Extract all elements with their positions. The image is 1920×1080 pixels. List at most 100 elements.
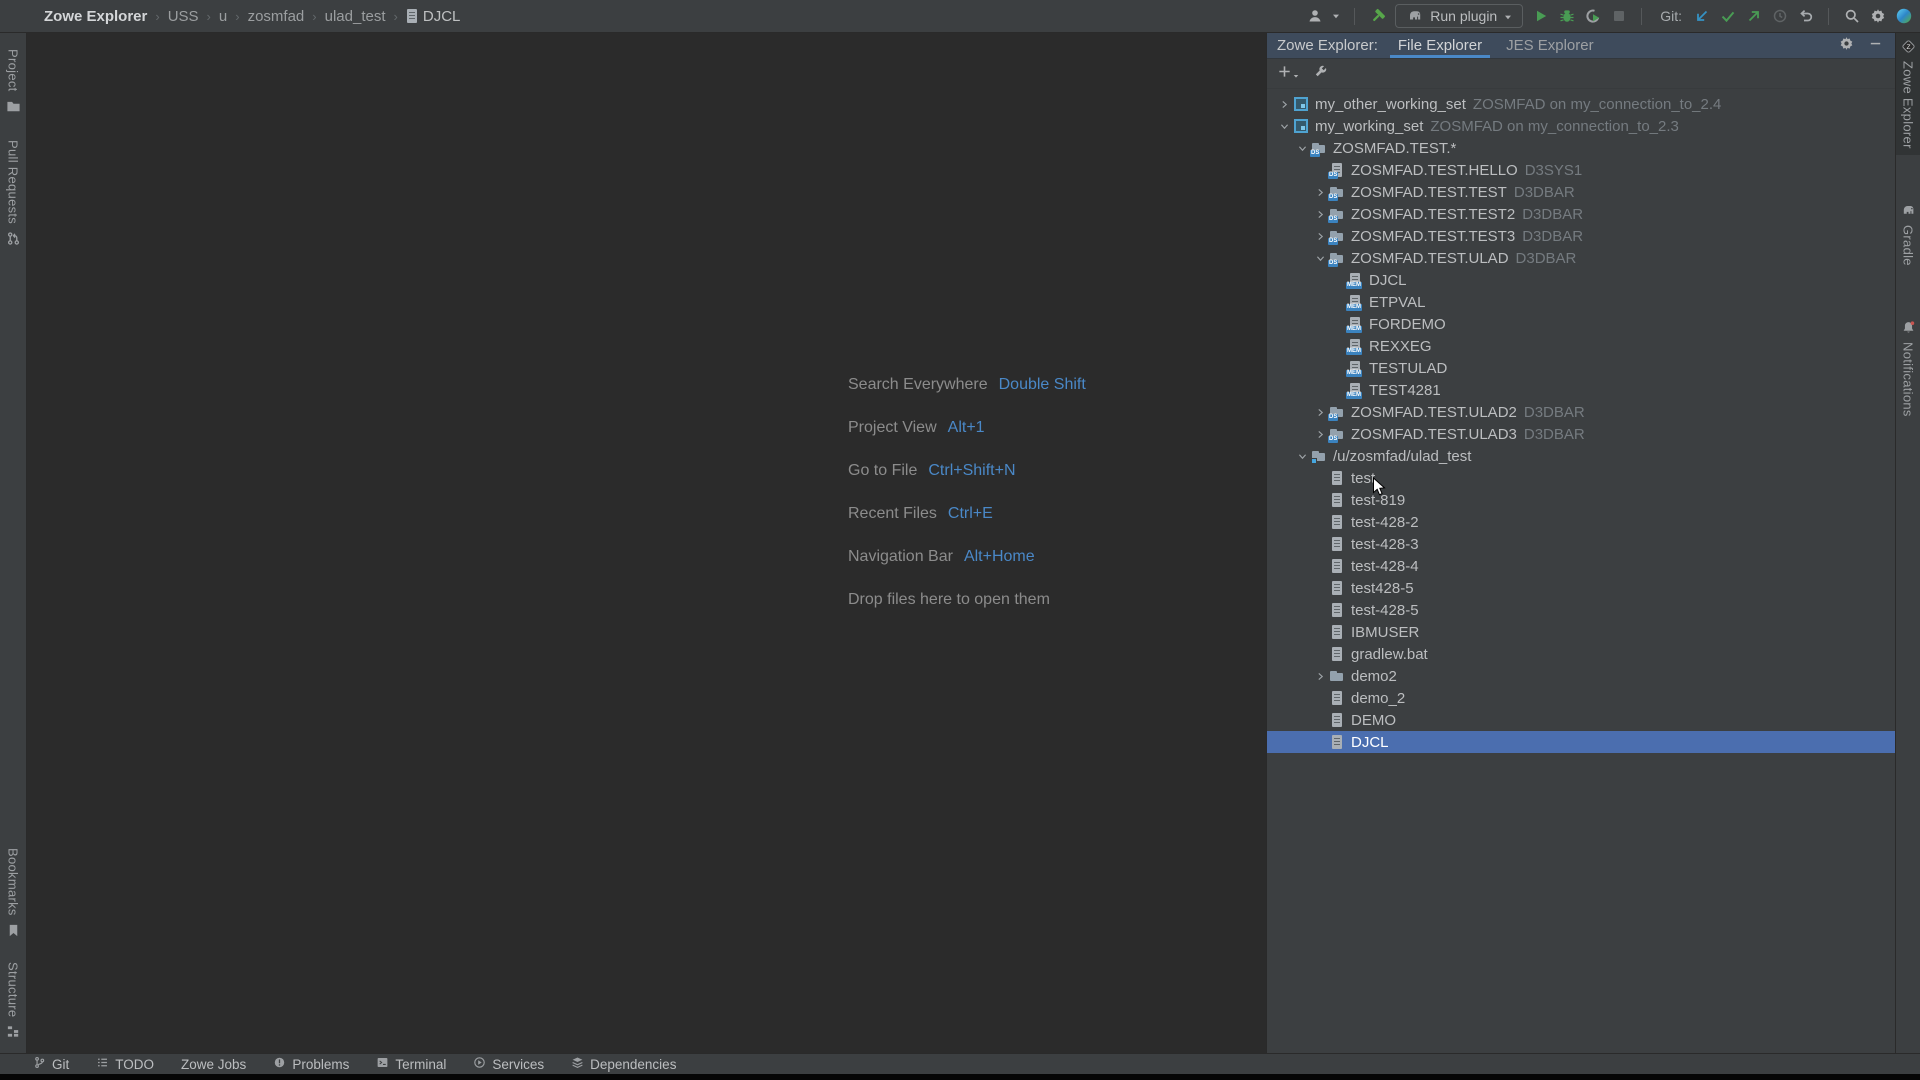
statusbar-item-git[interactable]: Git [33,1056,69,1072]
editor-shortcut-hints: Search EverywhereDouble ShiftProject Vie… [848,376,1086,634]
stripe-tab-zowe-explorer[interactable]: ZZowe Explorer [1896,33,1920,155]
chevron-right-icon[interactable] [1311,205,1329,223]
breadcrumb-item[interactable]: Zowe Explorer [44,8,147,25]
tree-row[interactable]: test-428-2 [1267,511,1895,533]
tree-row[interactable]: MEMTESTULAD [1267,357,1895,379]
tree-row[interactable]: test428-5 [1267,577,1895,599]
tool-window-header: Zowe Explorer: File ExplorerJES Explorer [1267,33,1895,59]
tree-row-suffix: D3DBAR [1522,228,1583,245]
tree-row[interactable]: test-428-3 [1267,533,1895,555]
chevron-down-icon[interactable] [1275,117,1293,135]
push-icon[interactable] [1745,8,1762,25]
tree-row-label: ZOSMFAD.TEST.ULAD3 [1351,426,1517,443]
shortcut-hint: Navigation BarAlt+Home [848,548,1086,591]
tree-row[interactable]: test [1267,467,1895,489]
stripe-tab-structure[interactable]: Structure [0,956,26,1045]
user-icon[interactable] [1306,8,1323,25]
tree-row[interactable]: demo_2 [1267,687,1895,709]
stop-icon[interactable] [1610,8,1627,25]
chevron-down-icon[interactable] [1293,139,1311,157]
chevron-right-icon[interactable] [1311,227,1329,245]
tab-file-explorer[interactable]: File Explorer [1386,33,1494,58]
tab-jes-explorer[interactable]: JES Explorer [1494,33,1606,58]
stripe-tab-bookmarks[interactable]: Bookmarks [0,842,26,944]
tree-row[interactable]: /u/zosmfad/ulad_test [1267,445,1895,467]
project-folder-icon [6,99,21,114]
tree-row[interactable]: test-428-5 [1267,599,1895,621]
hint-action-label: Recent Files [848,505,937,522]
todo-list-icon [96,1056,109,1072]
tree-row[interactable]: DSZOSMFAD.TEST.TESTD3DBAR [1267,181,1895,203]
debug-icon[interactable] [1558,8,1575,25]
tree-row[interactable]: DSZOSMFAD.TEST.ULAD2D3DBAR [1267,401,1895,423]
chevron-right-icon[interactable] [1311,667,1329,685]
rollback-icon[interactable] [1797,8,1814,25]
stripe-tab-label: Zowe Explorer [1901,61,1916,149]
tree-row[interactable]: DEMO [1267,709,1895,731]
tree-row[interactable]: MEMDJCL [1267,269,1895,291]
chevron-right-icon[interactable] [1311,183,1329,201]
add-button[interactable] [1277,64,1299,84]
tree-row[interactable]: DSZOSMFAD.TEST.TEST2D3DBAR [1267,203,1895,225]
wrench-settings-button[interactable] [1313,64,1328,84]
tree-row[interactable]: MEMFORDEMO [1267,313,1895,335]
search-icon[interactable] [1843,8,1860,25]
commit-icon[interactable] [1719,8,1736,25]
tree-row[interactable]: MEMREXXEG [1267,335,1895,357]
tree-row[interactable]: gradlew.bat [1267,643,1895,665]
tree-row[interactable]: my_working_setZOSMFAD on my_connection_t… [1267,115,1895,137]
statusbar-item-terminal[interactable]: Terminal [376,1056,446,1072]
stripe-tab-project[interactable]: Project [0,43,26,120]
tree-row-label: IBMUSER [1351,624,1419,641]
chevron-down-icon[interactable] [1311,249,1329,267]
tree-row[interactable]: DSZOSMFAD.TEST.TEST3D3DBAR [1267,225,1895,247]
chevron-spacer [1311,733,1329,751]
statusbar-item-label: TODO [115,1057,154,1072]
stripe-tab-gradle[interactable]: Gradle [1896,197,1920,272]
tree-row[interactable]: DSZOSMFAD.TEST.* [1267,137,1895,159]
type-badge: DS [1328,414,1338,421]
settings-icon[interactable] [1839,36,1854,55]
breadcrumb-item[interactable]: DJCL [423,8,461,25]
chevron-down-icon[interactable] [1332,7,1340,25]
shortcut-hint: Search EverywhereDouble Shift [848,376,1086,419]
dataset-folder-icon: DS [1329,404,1345,420]
chevron-right-icon[interactable] [1311,425,1329,443]
tree-row[interactable]: test-428-4 [1267,555,1895,577]
statusbar-item-dependencies[interactable]: Dependencies [571,1056,676,1072]
breadcrumb-item[interactable]: zosmfad [248,8,305,25]
tree-row[interactable]: MEMTEST4281 [1267,379,1895,401]
tree-row[interactable]: DJCL [1267,731,1895,753]
hint-shortcut-keys: Alt+Home [964,548,1035,565]
run-icon[interactable] [1532,8,1549,25]
statusbar-item-problems[interactable]: Problems [273,1056,349,1072]
run-configuration-select[interactable]: Run plugin [1395,4,1523,28]
breadcrumb-item[interactable]: u [219,8,227,25]
statusbar-item-zowe-jobs[interactable]: Zowe Jobs [181,1057,246,1072]
tree-row[interactable]: DSZOSMFAD.TEST.HELLOD3SYS1 [1267,159,1895,181]
tree-row[interactable]: DSZOSMFAD.TEST.ULAD3D3DBAR [1267,423,1895,445]
statusbar-item-services[interactable]: Services [473,1056,544,1072]
stripe-tab-pull-requests[interactable]: Pull Requests [0,134,26,252]
build-hammer-icon[interactable] [1369,8,1386,25]
settings-icon[interactable] [1869,8,1886,25]
stripe-tab-notifications[interactable]: Notifications [1896,314,1920,423]
tree-row[interactable]: MEMETPVAL [1267,291,1895,313]
breadcrumb-item[interactable]: USS [168,8,199,25]
chevron-right-icon[interactable] [1311,403,1329,421]
tree-row[interactable]: DSZOSMFAD.TEST.ULADD3DBAR [1267,247,1895,269]
profiler-icon[interactable] [1584,8,1601,25]
chevron-right-icon[interactable] [1275,95,1293,113]
tree-row[interactable]: demo2 [1267,665,1895,687]
update-project-icon[interactable] [1693,8,1710,25]
tree-row[interactable]: IBMUSER [1267,621,1895,643]
chevron-down-icon[interactable] [1293,447,1311,465]
breadcrumb-item[interactable]: ulad_test [325,8,386,25]
history-icon[interactable] [1771,8,1788,25]
minimize-icon[interactable] [1868,36,1883,55]
tree-row[interactable]: my_other_working_setZOSMFAD on my_connec… [1267,93,1895,115]
tree-row[interactable]: test-819 [1267,489,1895,511]
stripe-tab-label: Structure [6,962,21,1017]
profile-sphere-icon[interactable] [1895,8,1912,25]
statusbar-item-todo[interactable]: TODO [96,1056,154,1072]
